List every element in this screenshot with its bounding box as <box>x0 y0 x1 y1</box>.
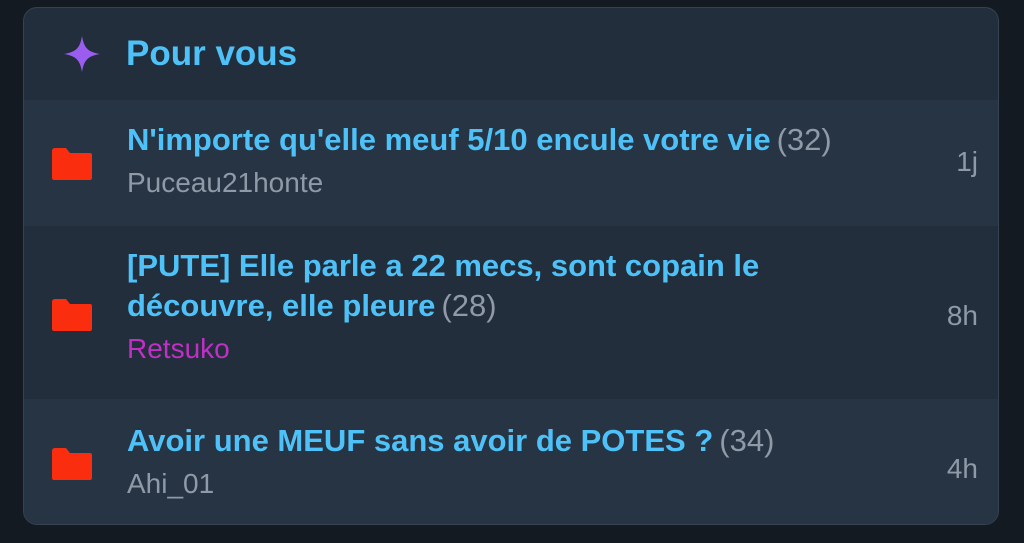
topic-reply-count: (34) <box>719 423 775 458</box>
folder-icon <box>50 445 94 481</box>
topic-author[interactable]: Puceau21honte <box>127 166 890 200</box>
topic-row[interactable]: N'importe qu'elle meuf 5/10 encule votre… <box>24 100 998 226</box>
topic-title-line[interactable]: N'importe qu'elle meuf 5/10 encule votre… <box>127 120 890 160</box>
topic-body: Avoir une MEUF sans avoir de POTES ? (34)… <box>127 421 890 501</box>
sparkle-icon <box>62 34 102 74</box>
folder-icon <box>50 296 94 332</box>
topic-title[interactable]: Avoir une MEUF sans avoir de POTES ? <box>127 423 713 458</box>
topic-author[interactable]: Retsuko <box>127 332 800 366</box>
topic-author[interactable]: Ahi_01 <box>127 467 890 501</box>
widget-title: Pour vous <box>126 34 298 73</box>
topic-row[interactable]: Avoir une MEUF sans avoir de POTES ? (34)… <box>24 399 998 524</box>
for-you-widget: Pour vous N'importe qu'elle meuf 5/10 en… <box>23 7 999 525</box>
topic-title-line[interactable]: [PUTE] Elle parle a 22 mecs, sont copain… <box>127 246 800 326</box>
topic-title[interactable]: N'importe qu'elle meuf 5/10 encule votre… <box>127 122 771 157</box>
topic-title-line[interactable]: Avoir une MEUF sans avoir de POTES ? (34) <box>127 421 890 461</box>
topic-row[interactable]: [PUTE] Elle parle a 22 mecs, sont copain… <box>24 226 998 399</box>
topic-reply-count: (28) <box>441 288 497 323</box>
folder-icon <box>50 145 94 181</box>
topic-time: 8h <box>946 300 978 331</box>
topic-time: 1j <box>956 146 978 177</box>
topic-time: 4h <box>946 453 978 484</box>
topic-body: N'importe qu'elle meuf 5/10 encule votre… <box>127 120 890 200</box>
topic-body: [PUTE] Elle parle a 22 mecs, sont copain… <box>127 246 800 366</box>
topic-reply-count: (32) <box>776 122 832 157</box>
widget-header: Pour vous <box>24 8 998 100</box>
